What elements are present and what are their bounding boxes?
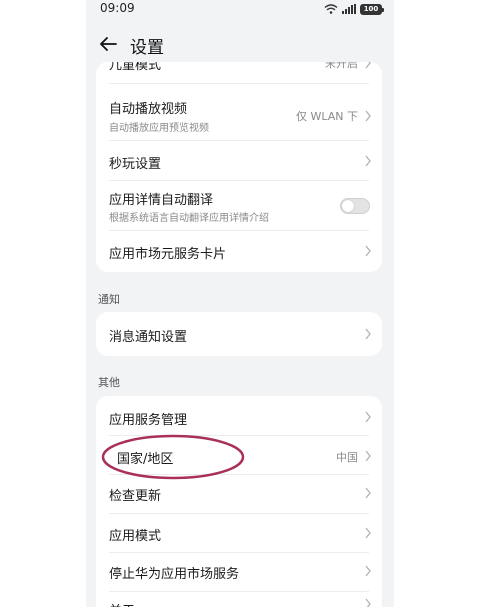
row-subtitle: 自动播放应用预览视频 bbox=[109, 123, 209, 134]
row-title: 应用模式 bbox=[109, 529, 162, 544]
row-title: 关于 bbox=[109, 600, 135, 607]
settings-row-kids-mode[interactable]: 儿童模式 未开启 bbox=[96, 62, 382, 82]
page-title: 设置 bbox=[130, 38, 164, 58]
settings-card-other: 应用服务管理 国家/地区 中国 检查更新 应用模式 停止华为应用市场服务 关于 bbox=[96, 396, 382, 607]
settings-card-notification: 消息通知设置 bbox=[96, 312, 382, 356]
auto-translate-toggle[interactable] bbox=[340, 198, 370, 214]
back-arrow-icon[interactable] bbox=[98, 34, 118, 54]
signal-icon bbox=[342, 4, 356, 14]
settings-row-app-service-management[interactable]: 应用服务管理 bbox=[96, 396, 382, 436]
settings-row-app-mode[interactable]: 应用模式 bbox=[96, 514, 382, 552]
section-header-notification: 通知 bbox=[98, 293, 120, 306]
chevron-right-icon bbox=[365, 598, 371, 607]
row-value: 未开启 bbox=[325, 62, 358, 70]
row-title: 儿童模式 bbox=[109, 62, 162, 73]
status-time: 09:09 bbox=[100, 1, 135, 15]
row-subtitle: 根据系统语言自动翻译应用详情介绍 bbox=[109, 213, 269, 224]
row-title: 应用详情自动翻译 bbox=[109, 193, 214, 208]
battery-icon: 100 bbox=[360, 3, 384, 15]
chevron-right-icon bbox=[365, 487, 371, 499]
chevron-right-icon bbox=[365, 565, 371, 577]
settings-row-notification-settings[interactable]: 消息通知设置 bbox=[96, 312, 382, 356]
row-value: 中国 bbox=[336, 451, 358, 464]
settings-row-stop-appgallery-service[interactable]: 停止华为应用市场服务 bbox=[96, 553, 382, 591]
row-title: 秒玩设置 bbox=[109, 157, 162, 172]
row-title: 消息通知设置 bbox=[109, 330, 188, 345]
highlight-annotation-oval bbox=[101, 434, 245, 480]
settings-row-service-cards[interactable]: 应用市场元服务卡片 bbox=[96, 231, 382, 271]
status-icons: 100 bbox=[324, 3, 384, 15]
settings-row-about[interactable]: 关于 bbox=[96, 592, 382, 607]
chevron-right-icon bbox=[365, 62, 371, 69]
settings-card-general: 儿童模式 未开启 自动播放视频 自动播放应用预览视频 仅 WLAN 下 秒玩设置… bbox=[96, 62, 382, 272]
row-title: 应用服务管理 bbox=[109, 413, 188, 428]
status-bar: 09:09 100 bbox=[86, 0, 394, 18]
settings-row-instant-play[interactable]: 秒玩设置 bbox=[96, 141, 382, 181]
row-title: 自动播放视频 bbox=[109, 102, 188, 117]
chevron-right-icon bbox=[365, 245, 371, 257]
chevron-right-icon bbox=[365, 411, 371, 423]
title-bar: 设置 bbox=[86, 28, 394, 60]
section-header-other: 其他 bbox=[98, 376, 120, 389]
row-title: 应用市场元服务卡片 bbox=[109, 247, 227, 262]
chevron-right-icon bbox=[365, 110, 371, 122]
chevron-right-icon bbox=[365, 155, 371, 167]
row-title: 停止华为应用市场服务 bbox=[109, 567, 240, 582]
chevron-right-icon bbox=[365, 328, 371, 340]
row-title: 检查更新 bbox=[109, 489, 162, 504]
settings-row-autoplay-video[interactable]: 自动播放视频 自动播放应用预览视频 仅 WLAN 下 bbox=[96, 84, 382, 134]
chevron-right-icon bbox=[365, 450, 371, 462]
row-value: 仅 WLAN 下 bbox=[295, 110, 358, 123]
settings-row-auto-translate[interactable]: 应用详情自动翻译 根据系统语言自动翻译应用详情介绍 bbox=[96, 181, 382, 229]
chevron-right-icon bbox=[365, 527, 371, 539]
settings-screen: 09:09 100 设置 儿童模式 未开启 自动播放视频 自动播放应用预览视频 … bbox=[86, 0, 394, 607]
wifi-icon bbox=[324, 4, 338, 14]
